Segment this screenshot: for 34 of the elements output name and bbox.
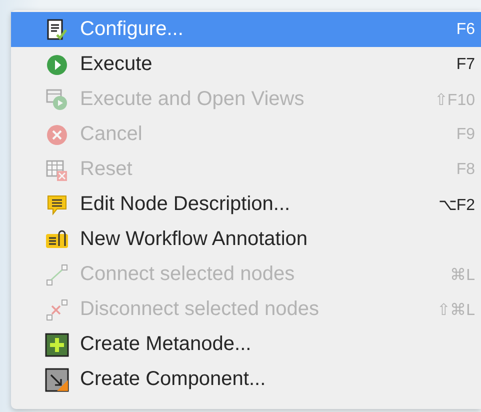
menu-item-label: Configure... <box>80 18 184 41</box>
menu-item[interactable]: Edit Node Description... ⌥F2 <box>11 187 481 222</box>
window-play-icon <box>45 88 69 112</box>
shortcut-label: ⇧F10 <box>434 90 475 110</box>
menu-item[interactable]: Create Component... <box>11 362 481 397</box>
disconnect-icon <box>45 298 69 322</box>
menu-item-label: Edit Node Description... <box>80 193 292 216</box>
document-check-icon <box>45 18 69 42</box>
note-icon <box>45 192 69 216</box>
menu-item-label: Create Component... <box>80 368 267 391</box>
shortcut-label: ⌘L <box>450 266 475 284</box>
shortcut-label: F6 <box>456 20 475 38</box>
menu-item-label: Execute <box>80 53 154 76</box>
menu-item-label: Reset <box>80 158 134 181</box>
menu-item-label: Disconnect selected nodes <box>80 298 320 321</box>
menu-item[interactable]: Execute F7 <box>11 47 481 82</box>
metanode-plus-icon <box>45 332 69 356</box>
menu-item-label: Create Metanode... <box>80 333 252 356</box>
menu-item[interactable]: Configure... F6 <box>11 12 481 47</box>
menu-item-label: Connect selected nodes <box>80 263 296 286</box>
menu-item-label: New Workflow Annotation <box>80 228 309 251</box>
shortcut-label: ⇧⌘L <box>437 300 475 320</box>
menu-item-label: Cancel <box>80 123 144 146</box>
cancel-icon <box>45 122 69 146</box>
shortcut-label: F8 <box>456 160 475 178</box>
shortcut-label: ⌥F2 <box>438 196 475 214</box>
menu-item[interactable]: Create Metanode... <box>11 327 481 362</box>
play-icon <box>45 52 69 76</box>
connect-icon <box>45 262 69 286</box>
shortcut-label: F9 <box>456 126 475 144</box>
menu-item-label: Execute and Open Views <box>80 88 306 111</box>
shortcut-label: F7 <box>456 56 475 74</box>
menu-item[interactable]: New Workflow Annotation <box>11 222 481 257</box>
table-reset-icon <box>45 158 69 182</box>
